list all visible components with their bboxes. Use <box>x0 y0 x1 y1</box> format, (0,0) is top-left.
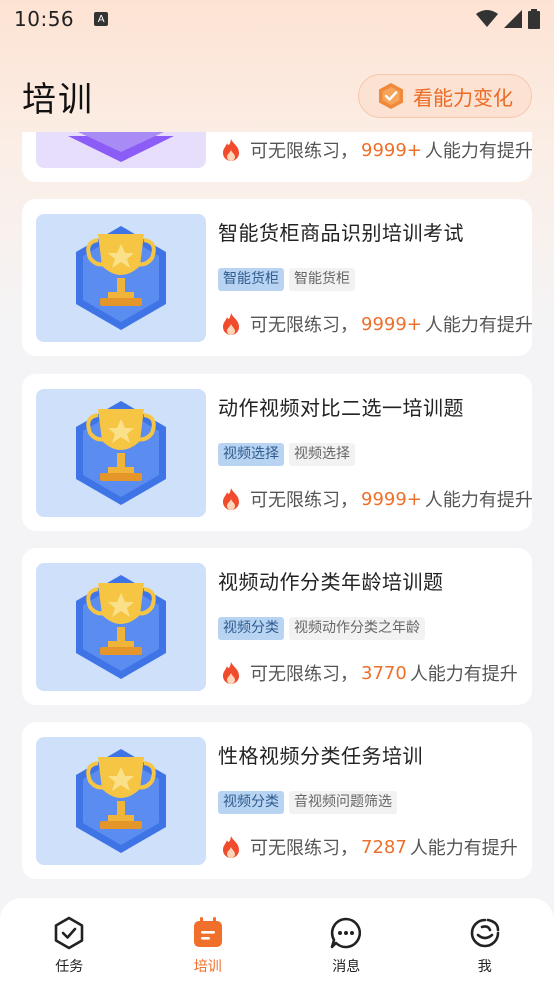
practice-stats: 可无限练习， 7287 人能力有提升 <box>220 834 518 860</box>
practice-stats: 可无限练习， 9999+ 人能力有提升 <box>220 137 533 163</box>
page-title: 培训 <box>22 79 94 120</box>
signal-icon <box>504 10 522 28</box>
status-bar: 10:56 A <box>0 0 554 38</box>
practice-stats: 可无限练习， 3770 人能力有提升 <box>220 660 518 686</box>
practice-stats: 可无限练习， 9999+ 人能力有提升 <box>220 311 533 337</box>
message-icon <box>330 917 362 949</box>
ability-badge-icon <box>379 83 403 109</box>
training-card[interactable]: 性格视频分类任务培训 视频分类 音视频问题筛选 可无限练习， 7287 人能力有… <box>22 722 532 879</box>
card-thumbnail <box>36 737 206 865</box>
fire-icon <box>223 836 239 858</box>
card-title: 视频动作分类年龄培训题 <box>218 570 444 594</box>
tab-task[interactable]: 任务 <box>0 898 139 984</box>
card-thumbnail <box>36 132 206 168</box>
card-title: 动作视频对比二选一培训题 <box>218 396 464 420</box>
tab-label: 消息 <box>332 959 361 975</box>
training-card[interactable]: 可无限练习， 9999+ 人能力有提升 <box>22 132 533 182</box>
tag-subcategory: 视频动作分类之年龄 <box>289 617 425 640</box>
practice-prefix: 可无限练习， <box>250 315 358 336</box>
training-icon <box>193 917 222 947</box>
practice-suffix: 人能力有提升 <box>424 315 533 336</box>
card-thumbnail <box>36 214 206 342</box>
tag-category: 视频分类 <box>218 617 284 640</box>
practice-suffix: 人能力有提升 <box>409 838 518 859</box>
card-title: 性格视频分类任务培训 <box>218 744 423 768</box>
fire-icon <box>223 139 239 161</box>
card-thumbnail <box>36 563 206 691</box>
trophy-badge-icon <box>68 132 174 162</box>
improved-count: 9999+ <box>361 139 422 161</box>
improved-count: 7287 <box>361 836 407 858</box>
notification-a-icon: A <box>94 12 109 26</box>
practice-prefix: 可无限练习， <box>250 490 358 511</box>
trophy-badge-icon <box>76 575 166 679</box>
training-card[interactable]: 动作视频对比二选一培训题 视频选择 视频选择 可无限练习， 9999+ 人能力有… <box>22 374 533 531</box>
tab-me[interactable]: 我 <box>416 898 554 984</box>
fire-icon <box>223 662 239 684</box>
tag-subcategory: 视频选择 <box>289 443 355 466</box>
tab-label: 培训 <box>193 959 222 975</box>
practice-suffix: 人能力有提升 <box>424 141 533 162</box>
tag-subcategory: 智能货柜 <box>289 268 355 291</box>
improved-count: 9999+ <box>361 488 422 510</box>
card-title: 智能货柜商品识别培训考试 <box>218 221 464 245</box>
practice-prefix: 可无限练习， <box>250 838 358 859</box>
status-indicators <box>476 9 540 29</box>
trophy-badge-icon <box>76 749 166 853</box>
fire-icon <box>223 488 239 510</box>
view-ability-change-button[interactable]: 看能力变化 <box>358 74 532 118</box>
tag-subcategory: 音视频问题筛选 <box>289 791 397 814</box>
practice-suffix: 人能力有提升 <box>409 664 518 685</box>
card-tags: 视频分类 音视频问题筛选 <box>218 791 397 814</box>
practice-suffix: 人能力有提升 <box>424 490 533 511</box>
wifi-icon <box>476 10 498 27</box>
tag-category: 视频分类 <box>218 791 284 814</box>
tab-label: 任务 <box>55 959 84 975</box>
fire-icon <box>223 313 239 335</box>
page-header: 培训 看能力变化 <box>0 60 554 132</box>
tag-category: 智能货柜 <box>218 268 284 291</box>
training-list[interactable]: 可无限练习， 9999+ 人能力有提升 智能货柜商品识别培训考试 智能货柜 智能… <box>0 132 554 898</box>
tag-category: 视频选择 <box>218 443 284 466</box>
view-ability-change-label: 看能力变化 <box>413 85 513 110</box>
training-card[interactable]: 智能货柜商品识别培训考试 智能货柜 智能货柜 可无限练习， 9999+ 人能力有… <box>22 199 533 356</box>
trophy-badge-icon <box>76 401 166 505</box>
card-tags: 智能货柜 智能货柜 <box>218 268 355 291</box>
practice-stats: 可无限练习， 9999+ 人能力有提升 <box>220 486 533 512</box>
task-check-icon <box>54 916 84 950</box>
card-tags: 视频选择 视频选择 <box>218 443 355 466</box>
training-card[interactable]: 视频动作分类年龄培训题 视频分类 视频动作分类之年龄 可无限练习， 3770 人… <box>22 548 532 705</box>
tab-training[interactable]: 培训 <box>139 898 278 984</box>
tab-messages[interactable]: 消息 <box>277 898 416 984</box>
battery-icon <box>528 9 540 29</box>
improved-count: 9999+ <box>361 313 422 335</box>
status-time: 10:56 <box>14 7 75 31</box>
practice-prefix: 可无限练习， <box>250 664 358 685</box>
card-tags: 视频分类 视频动作分类之年龄 <box>218 617 425 640</box>
improved-count: 3770 <box>361 662 407 684</box>
bottom-tab-bar: 任务 培训 消息 我 <box>0 898 554 984</box>
profile-icon <box>470 918 500 948</box>
card-thumbnail <box>36 389 206 517</box>
tab-label: 我 <box>477 959 492 975</box>
trophy-badge-icon <box>76 226 166 330</box>
practice-prefix: 可无限练习， <box>250 141 358 162</box>
